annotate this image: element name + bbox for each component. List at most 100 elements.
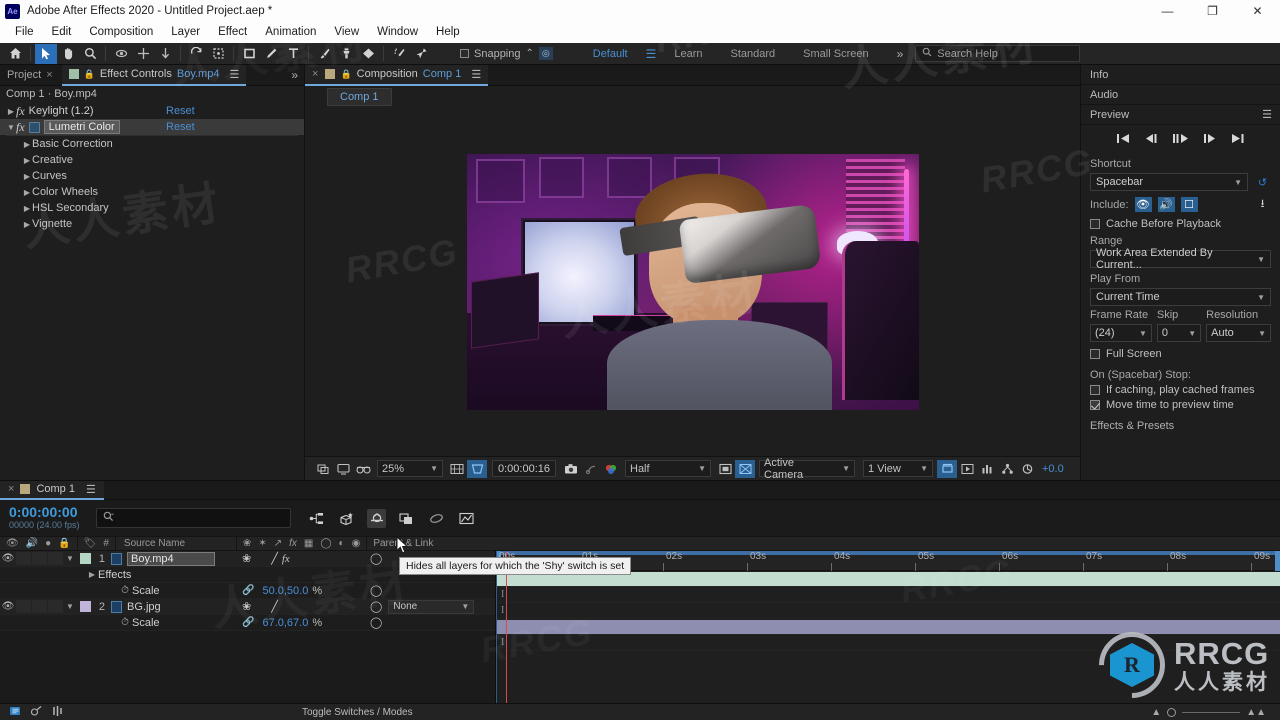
panel-menu-icon[interactable]: ☰ — [86, 483, 96, 496]
reset-shortcut-icon[interactable]: ↺ — [1254, 175, 1271, 190]
panel-menu-icon[interactable]: ☰ — [1262, 105, 1272, 125]
pickwhip-icon[interactable]: ◯ — [370, 616, 382, 629]
tab-composition[interactable]: × 🔒 Composition Comp 1 ☰ — [305, 64, 489, 86]
parent-pickwhip-icon[interactable]: ◯ — [370, 552, 382, 565]
snapping-checkbox[interactable] — [460, 49, 469, 58]
effects-presets-label[interactable]: Effects & Presets — [1090, 420, 1271, 432]
lumetri-section-curves[interactable]: ▶ Curves — [0, 168, 304, 184]
layer-visibility-icon[interactable]: 👁 — [0, 601, 16, 612]
comp-flowchart-icon[interactable] — [997, 460, 1017, 478]
panel-info[interactable]: Info — [1081, 65, 1280, 85]
grid-guides-icon[interactable] — [447, 460, 467, 478]
menu-file[interactable]: File — [6, 22, 43, 43]
timeline-current-time[interactable]: 0:00:00:00 00000 (24.00 fps) — [0, 505, 96, 531]
table-row[interactable]: 👁 ▼ 2 BG.jpg ❀ ╱ ◯ None ▼ — [0, 599, 495, 615]
lumetri-section-basic-correction[interactable]: ▶ Basic Correction — [0, 136, 304, 152]
puppet-pin-tool-icon[interactable] — [410, 44, 432, 64]
pickwhip-icon[interactable]: ◯ — [370, 584, 382, 597]
pixel-aspect-icon[interactable] — [937, 459, 957, 478]
scale-value[interactable]: 50.0,50.0 — [262, 585, 308, 597]
first-frame-button[interactable] — [1116, 133, 1131, 147]
source-name-header[interactable]: Source Name — [116, 538, 236, 549]
menu-help[interactable]: Help — [427, 22, 469, 43]
menu-layer[interactable]: Layer — [162, 22, 209, 43]
solo-cell[interactable] — [32, 600, 47, 613]
cache-before-playback-checkbox[interactable] — [1090, 219, 1100, 229]
move-time-row[interactable]: Move time to preview time — [1090, 399, 1271, 411]
brush-tool-icon[interactable] — [313, 44, 335, 64]
panel-menu-icon[interactable]: ☰ — [471, 68, 481, 81]
chevron-right-icon[interactable]: ▶ — [22, 220, 32, 229]
zoom-select[interactable]: 25% ▼ — [377, 460, 443, 477]
list-item[interactable]: ⏱ Scale 🔗 67.0,67.0 % ◯ — [0, 615, 495, 631]
reset-keylight-button[interactable]: Reset — [166, 105, 195, 117]
main-view-icon[interactable] — [333, 460, 353, 478]
shape-tool-icon[interactable] — [238, 44, 260, 64]
quality-switch-icon[interactable]: ╱ — [271, 600, 278, 613]
tab-timeline-comp1[interactable]: × Comp 1 ☰ — [0, 480, 104, 500]
camera-select[interactable]: Active Camera ▼ — [759, 457, 855, 481]
type-tool-icon[interactable] — [282, 44, 304, 64]
chevron-right-icon[interactable]: ▶ — [6, 107, 16, 116]
panel-preview[interactable]: Preview ☰ — [1081, 105, 1280, 125]
menu-composition[interactable]: Composition — [80, 22, 162, 43]
lock-cell[interactable] — [48, 552, 63, 565]
views-select[interactable]: 1 View ▼ — [863, 460, 933, 477]
menu-window[interactable]: Window — [368, 22, 427, 43]
dolly-camera-tool-icon[interactable] — [154, 44, 176, 64]
menu-view[interactable]: View — [325, 22, 368, 43]
comp-render-icon[interactable] — [9, 705, 22, 720]
channels-icon[interactable] — [601, 460, 621, 478]
full-screen-checkbox[interactable] — [1090, 349, 1100, 359]
eraser-tool-icon[interactable] — [357, 44, 379, 64]
3d-renderer-icon[interactable] — [735, 459, 755, 478]
chevron-right-icon[interactable]: ▶ — [22, 140, 32, 149]
close-icon[interactable]: × — [312, 68, 318, 80]
workspace-menu-icon[interactable]: ☰ — [642, 47, 661, 61]
pen-tool-icon[interactable] — [260, 44, 282, 64]
panel-audio[interactable]: Audio — [1081, 85, 1280, 105]
3d-glasses-icon[interactable] — [353, 460, 373, 478]
shy-switch-icon[interactable]: ❀ — [242, 600, 251, 613]
work-area-bar[interactable] — [496, 551, 1280, 555]
play-pause-button[interactable] — [1172, 133, 1189, 147]
chevron-down-icon[interactable]: ▼ — [64, 602, 76, 611]
range-select[interactable]: Work Area Extended By Current... ▼ — [1090, 247, 1271, 271]
frame-blending-icon[interactable] — [397, 509, 416, 528]
chevron-down-icon[interactable]: ▼ — [64, 554, 76, 563]
fast-preview-icon[interactable] — [957, 460, 977, 478]
zoom-out-icon[interactable]: ▲ — [1151, 707, 1161, 718]
rotation-tool-icon[interactable] — [185, 44, 207, 64]
solo-cell[interactable] — [32, 552, 47, 565]
layer-color-swatch[interactable] — [80, 601, 91, 612]
parent-link-cell[interactable]: ◯ None ▼ — [370, 599, 475, 614]
hide-shy-layers-icon[interactable] — [367, 508, 386, 528]
current-timecode[interactable]: 0:00:00:16 — [492, 460, 556, 477]
menu-edit[interactable]: Edit — [43, 22, 81, 43]
next-frame-button[interactable] — [1202, 133, 1217, 147]
snapping-target-icon[interactable]: ◎ — [538, 47, 553, 60]
chevron-right-icon[interactable]: ▶ — [22, 204, 32, 213]
motion-blur-icon[interactable] — [427, 509, 446, 528]
link-constrain-icon[interactable]: 🔗 — [242, 617, 254, 628]
composition-viewer[interactable] — [305, 108, 1080, 456]
zoom-slider-knob[interactable] — [1167, 707, 1177, 717]
maximize-button[interactable]: ❐ — [1190, 0, 1235, 22]
skip-select[interactable]: 0 ▼ — [1156, 324, 1202, 342]
minimize-button[interactable]: — — [1145, 0, 1190, 22]
chevron-right-icon[interactable]: ▶ — [22, 172, 32, 181]
lumetri-section-hsl-secondary[interactable]: ▶ HSL Secondary — [0, 200, 304, 216]
menu-effect[interactable]: Effect — [209, 22, 256, 43]
panel-overflow-icon[interactable]: » — [291, 68, 304, 82]
include-overlays-icon[interactable]: ☐ — [1180, 197, 1198, 212]
audio-cell[interactable] — [16, 552, 31, 565]
lock-icon[interactable]: 🔒 — [84, 69, 95, 80]
close-icon[interactable]: × — [46, 69, 52, 81]
zoom-in-icon[interactable]: ▲▲ — [1246, 707, 1266, 718]
anchor-point-tool-icon[interactable] — [207, 44, 229, 64]
lock-icon[interactable]: 🔒 — [340, 69, 351, 80]
zoom-slider-track[interactable] — [1182, 711, 1241, 713]
include-video-icon[interactable]: 👁 — [1134, 197, 1152, 212]
move-time-checkbox[interactable] — [1090, 400, 1100, 410]
timeline-search-input[interactable] — [96, 508, 291, 528]
